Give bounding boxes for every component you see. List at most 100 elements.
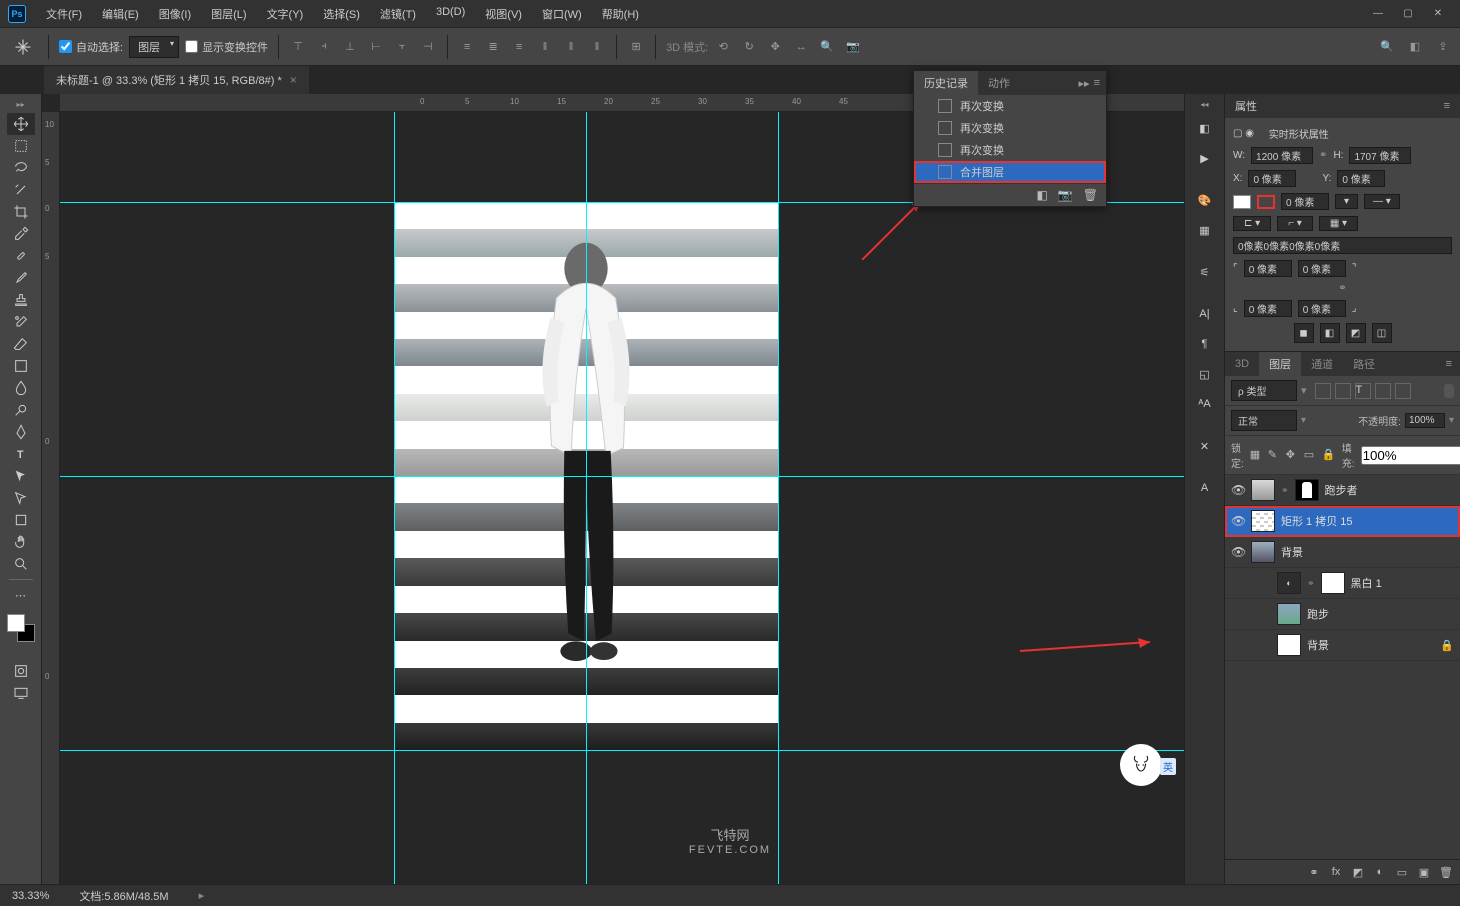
strip-adjust-icon[interactable]: ⚟ [1190, 259, 1220, 285]
pathop-intersect-icon[interactable]: ◩ [1346, 323, 1366, 343]
layer-row[interactable]: 👁 ⚭ 跑步者 [1225, 475, 1460, 506]
history-entry[interactable]: 再次变换 [914, 95, 1106, 117]
menu-image[interactable]: 图像(I) [151, 2, 199, 26]
lock-pixels-icon[interactable]: ▦ [1250, 448, 1264, 462]
type-tool[interactable]: T [7, 443, 35, 465]
3d-camera-icon[interactable]: 📷 [844, 38, 862, 56]
blur-tool[interactable] [7, 377, 35, 399]
properties-tab[interactable]: 属性 ≡ [1225, 94, 1460, 118]
layers-menu-icon[interactable]: ≡ [1446, 358, 1460, 370]
guide-vertical[interactable] [394, 112, 395, 884]
fill-color-swatch[interactable] [1233, 195, 1251, 209]
lock-brush-icon[interactable]: ✎ [1268, 448, 1282, 462]
history-entry[interactable]: 合并图层 [914, 161, 1106, 183]
strip-styles-icon[interactable]: A [1190, 475, 1220, 501]
strip-color-icon[interactable]: 🎨 [1190, 187, 1220, 213]
panel-menu-icon[interactable]: ≡ [1094, 77, 1100, 90]
layer-row[interactable]: 背景 🔒 [1225, 630, 1460, 661]
guide-vertical[interactable] [778, 112, 779, 884]
align-right-icon[interactable]: ⊣ [419, 38, 437, 56]
layer-filter-type[interactable]: ρ 类型 [1231, 380, 1297, 401]
active-tool-icon[interactable] [8, 33, 38, 61]
lasso-tool[interactable] [7, 157, 35, 179]
strip-glyphs-icon[interactable]: ᴬA [1190, 391, 1220, 417]
foreground-color[interactable] [7, 614, 25, 632]
marquee-tool[interactable] [7, 135, 35, 157]
stroke-width-input[interactable] [1281, 193, 1329, 210]
3d-slide-icon[interactable]: ↔ [792, 38, 810, 56]
fill-input[interactable] [1361, 446, 1460, 465]
menu-select[interactable]: 选择(S) [315, 2, 368, 26]
layer-row[interactable]: 跑步 [1225, 599, 1460, 630]
toolbar-collapse[interactable]: ▸▸ [14, 98, 26, 111]
lock-all-icon[interactable]: 🔒 [1322, 448, 1336, 462]
strip-swatches-icon[interactable]: ▦ [1190, 217, 1220, 243]
new-document-from-state-icon[interactable]: ◧ [1036, 188, 1047, 202]
ruler-vertical[interactable]: 10 5 0 5 0 0 [42, 112, 60, 884]
3d-zoom-icon[interactable]: 🔍 [818, 38, 836, 56]
radius-bl-input[interactable] [1244, 300, 1292, 317]
crop-tool[interactable] [7, 201, 35, 223]
strip-libraries-icon[interactable]: ◱ [1190, 361, 1220, 387]
tab-history[interactable]: 历史记录 [914, 71, 978, 95]
menu-edit[interactable]: 编辑(E) [94, 2, 147, 26]
distribute-right-icon[interactable]: ‖ [588, 38, 606, 56]
ime-language-badge[interactable]: 英 [1160, 758, 1176, 775]
wand-tool[interactable] [7, 179, 35, 201]
panel-collapse-icon[interactable]: ▸▸ [1079, 77, 1090, 90]
3d-pan-icon[interactable]: ✥ [766, 38, 784, 56]
radius-br-input[interactable] [1298, 300, 1346, 317]
visibility-toggle[interactable]: 👁 [1231, 514, 1245, 528]
move-tool[interactable] [7, 113, 35, 135]
menu-view[interactable]: 视图(V) [477, 2, 530, 26]
canvas-area[interactable]: 0 5 10 15 20 25 30 35 40 45 10 5 0 5 0 0 [42, 94, 1184, 884]
align-vcenter-icon[interactable]: ⫞ [315, 38, 333, 56]
adjustment-icon[interactable]: ◐ [1372, 864, 1388, 880]
stamp-tool[interactable] [7, 289, 35, 311]
edit-toolbar[interactable]: ⋯ [7, 584, 35, 606]
menu-filter[interactable]: 滤镜(T) [372, 2, 424, 26]
history-panel[interactable]: 历史记录 动作 ▸▸ ≡ 再次变换 再次变换 再次变换 合并图层 ◧ 📷 🗑 [913, 70, 1107, 207]
height-input[interactable] [1349, 147, 1411, 164]
stroke-color-swatch[interactable] [1257, 195, 1275, 209]
document-tab[interactable]: 未标题-1 @ 33.3% (矩形 1 拷贝 15, RGB/8#) * × [44, 66, 309, 94]
align-hcenter-icon[interactable]: ⫟ [393, 38, 411, 56]
menu-help[interactable]: 帮助(H) [594, 2, 647, 26]
shape-tool[interactable] [7, 509, 35, 531]
blend-mode-dropdown[interactable]: 正常 [1231, 410, 1297, 431]
close-button[interactable]: ✕ [1424, 4, 1452, 24]
lock-position-icon[interactable]: ✥ [1286, 448, 1300, 462]
y-input[interactable] [1337, 170, 1385, 187]
share-icon[interactable]: ⇪ [1434, 38, 1452, 56]
auto-select-check[interactable]: 自动选择: [59, 39, 123, 55]
delete-state-icon[interactable]: 🗑 [1083, 188, 1098, 202]
show-transform-check[interactable]: 显示变换控件 [185, 39, 268, 55]
pathop-unite-icon[interactable]: ◼ [1294, 323, 1314, 343]
layer-list[interactable]: 👁 ⚭ 跑步者 👁 矩形 1 拷贝 15 👁 背景 [1225, 475, 1460, 859]
maximize-button[interactable]: ▢ [1394, 4, 1422, 24]
strip-character-icon[interactable]: A| [1190, 301, 1220, 327]
filter-type-icon[interactable]: T [1355, 383, 1371, 399]
strip-collapse[interactable]: ◂◂ [1198, 98, 1210, 111]
strip-play-icon[interactable]: ▶ [1190, 145, 1220, 171]
visibility-toggle[interactable]: 👁 [1231, 545, 1245, 559]
filter-shape-icon[interactable] [1375, 383, 1391, 399]
3d-roll-icon[interactable]: ↻ [740, 38, 758, 56]
eraser-tool[interactable] [7, 333, 35, 355]
history-entry[interactable]: 再次变换 [914, 117, 1106, 139]
radius-tl-input[interactable] [1244, 260, 1292, 277]
layer-row[interactable]: 👁 背景 [1225, 537, 1460, 568]
search-icon[interactable]: 🔍 [1378, 38, 1396, 56]
distribute-left-icon[interactable]: ‖ [536, 38, 554, 56]
zoom-level[interactable]: 33.33% [12, 890, 49, 902]
visibility-toggle[interactable]: 👁 [1231, 483, 1245, 497]
quick-view-icon[interactable]: ◧ [1406, 38, 1424, 56]
layer-row[interactable]: ◐ ⚭ 黑白 1 [1225, 568, 1460, 599]
panel-menu-icon[interactable]: ≡ [1444, 100, 1450, 112]
pen-tool[interactable] [7, 421, 35, 443]
radius-tr-input[interactable] [1298, 260, 1346, 277]
gradient-tool[interactable] [7, 355, 35, 377]
new-layer-icon[interactable]: ▣ [1416, 864, 1432, 880]
hand-tool[interactable] [7, 531, 35, 553]
align-top-icon[interactable]: ⊤ [289, 38, 307, 56]
